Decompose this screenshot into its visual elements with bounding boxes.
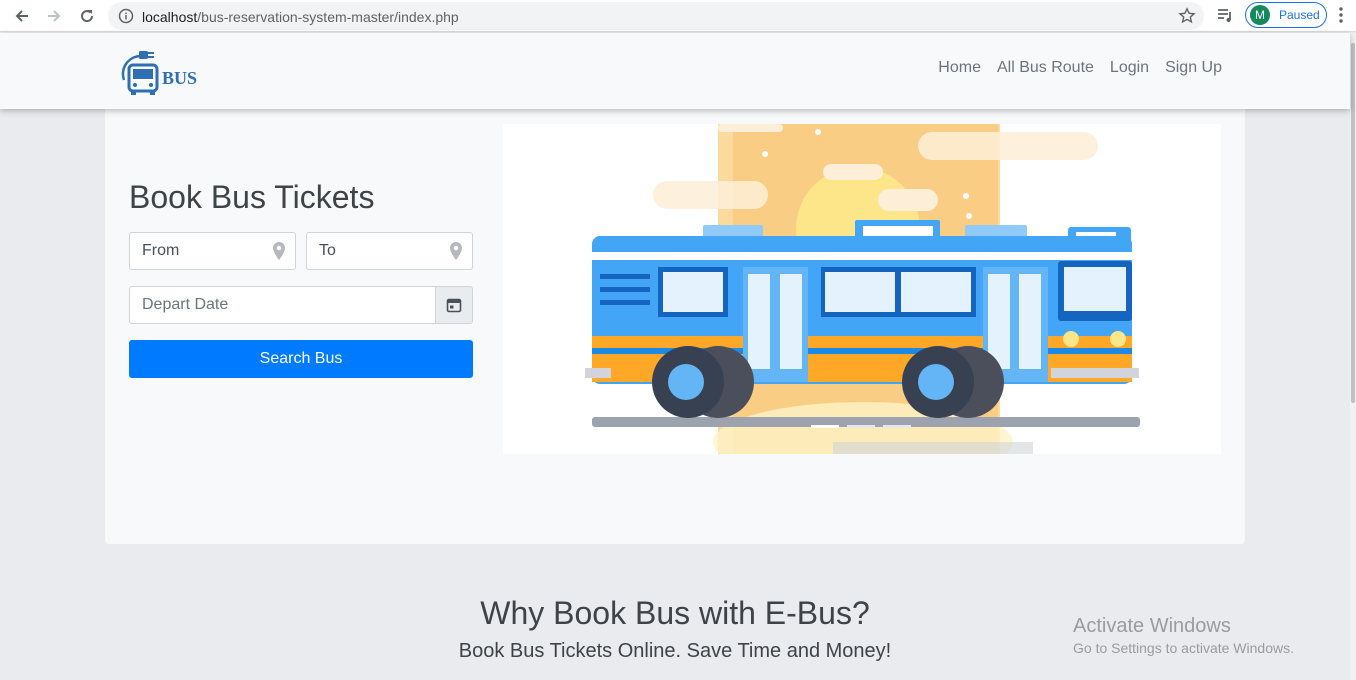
hero-title: Book Bus Tickets bbox=[129, 179, 375, 215]
nav-login[interactable]: Login bbox=[1110, 59, 1149, 77]
url-text: localhost/bus-reservation-system-master/… bbox=[142, 9, 459, 25]
page-scrollbar[interactable] bbox=[1350, 33, 1356, 680]
depart-date-placeholder: Depart Date bbox=[142, 296, 229, 313]
bookmark-star-icon[interactable] bbox=[1178, 7, 1196, 25]
calendar-icon bbox=[446, 298, 462, 313]
logo-text: BUS bbox=[162, 68, 198, 88]
from-field[interactable]: From bbox=[129, 232, 296, 270]
nav-sign-up[interactable]: Sign Up bbox=[1165, 59, 1222, 77]
avatar: M bbox=[1250, 5, 1270, 25]
nav-home[interactable]: Home bbox=[938, 59, 981, 77]
activate-windows-watermark: Activate Windows Go to Settings to activ… bbox=[1073, 615, 1294, 656]
forward-icon[interactable] bbox=[42, 4, 66, 28]
from-placeholder: From bbox=[142, 242, 180, 259]
more-menu-icon[interactable] bbox=[1339, 7, 1343, 23]
watermark-line-1: Activate Windows bbox=[1073, 615, 1231, 637]
search-bus-button[interactable]: Search Bus bbox=[129, 340, 473, 378]
scrollbar-thumb[interactable] bbox=[1351, 43, 1355, 403]
media-control-icon[interactable] bbox=[1216, 6, 1234, 24]
location-pin-icon bbox=[450, 242, 462, 260]
to-field[interactable]: To bbox=[306, 232, 473, 270]
to-placeholder: To bbox=[319, 242, 336, 259]
depart-date-input[interactable]: Depart Date bbox=[129, 286, 436, 324]
profile-status: Paused bbox=[1279, 8, 1320, 22]
depart-date-field: Depart Date bbox=[129, 286, 473, 324]
site-navbar: BUS Home All Bus Route Login Sign Up bbox=[0, 33, 1350, 109]
bus-illustration bbox=[503, 124, 1221, 454]
reload-icon[interactable] bbox=[75, 4, 99, 28]
page-viewport: BUS Home All Bus Route Login Sign Up Boo… bbox=[0, 33, 1350, 680]
watermark-line-2: Go to Settings to activate Windows. bbox=[1073, 640, 1294, 656]
bus-logo-icon bbox=[121, 51, 159, 95]
address-bar[interactable]: localhost/bus-reservation-system-master/… bbox=[108, 2, 1204, 30]
browser-toolbar: localhost/bus-reservation-system-master/… bbox=[0, 0, 1356, 32]
back-icon[interactable] bbox=[10, 4, 34, 28]
main-nav: Home All Bus Route Login Sign Up bbox=[938, 59, 1222, 77]
location-pin-icon bbox=[273, 242, 285, 260]
nav-all-bus-route[interactable]: All Bus Route bbox=[997, 59, 1094, 77]
info-icon[interactable] bbox=[118, 8, 134, 24]
profile-button[interactable]: M Paused bbox=[1245, 2, 1327, 28]
hero-section: Book Bus Tickets From To Depart Date Sea… bbox=[105, 95, 1245, 544]
site-logo[interactable]: BUS bbox=[118, 48, 208, 96]
calendar-button[interactable] bbox=[435, 286, 473, 324]
